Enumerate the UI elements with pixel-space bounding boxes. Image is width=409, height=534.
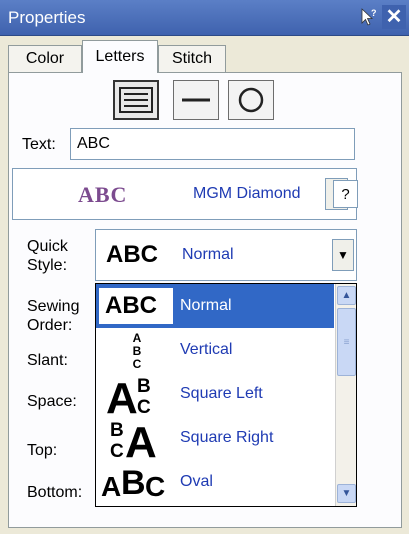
option-label: Oval [180,473,213,490]
tab-strip: Color Letters Stitch [8,39,402,73]
quick-style-option-oval[interactable]: A B C Oval [96,460,334,504]
quick-style-option-vertical[interactable]: A B C Vertical [96,328,334,372]
scroll-up-button[interactable]: ▲ [337,286,356,305]
svg-text:A: A [101,471,121,502]
circle-icon [238,87,264,113]
svg-text:C: C [145,471,165,502]
close-icon: ✕ [385,6,403,28]
sample-square-left: A B C [106,374,151,416]
multi-line-layout-button[interactable] [113,80,159,120]
single-line-layout-button[interactable] [173,80,219,120]
svg-text:A: A [125,418,157,460]
help-cursor-icon[interactable]: ? [356,5,380,29]
dropdown-scrollbar[interactable]: ▲ ≡ ▼ [335,284,356,506]
sewing-order-label-line2: Order: [27,317,73,334]
quick-style-select[interactable]: ABC Normal ▼ [95,229,357,281]
tab-color[interactable]: Color [8,45,82,72]
top-label: Top: [27,442,58,459]
option-label: Vertical [180,341,233,358]
text-input[interactable] [70,128,355,160]
slant-label: Slant: [27,352,68,369]
svg-text:A: A [106,374,138,416]
option-label: Normal [180,297,232,314]
sample-square-right: B C A [110,418,157,460]
quick-style-label-line1: Quick [27,238,68,255]
multi-line-icon [119,87,153,113]
quick-style-label-line2: Style: [27,257,68,274]
quick-style-value: Normal [182,246,234,263]
sample-oval: A B C [101,464,165,502]
option-label: Square Left [180,385,263,402]
close-button[interactable]: ✕ [382,5,406,29]
svg-text:B: B [137,376,151,397]
circle-layout-button[interactable] [228,80,274,120]
chevron-up-icon: ▲ [341,290,352,301]
chevron-down-icon: ▼ [341,488,352,499]
sewing-order-label-line1: Sewing [27,298,80,315]
chevron-down-icon: ▼ [337,248,349,262]
quick-style-option-square-right[interactable]: B C A Square Right [96,416,334,460]
quick-style-dropdown-button[interactable]: ▼ [332,239,354,271]
title-bar: Properties ? ✕ [0,0,409,36]
quick-style-option-normal[interactable]: ABC Normal [96,284,334,328]
font-name: MGM Diamond [193,185,301,202]
svg-text:B: B [110,420,124,441]
tab-stitch[interactable]: Stitch [158,45,226,72]
quick-style-dropdown-list: ABC Normal A B C Vertical A B C Square L… [95,283,357,507]
text-label: Text: [22,136,56,153]
grip-icon: ≡ [343,336,350,348]
single-line-icon [182,98,210,102]
scroll-down-button[interactable]: ▼ [337,484,356,503]
svg-text:C: C [137,397,151,416]
font-selector[interactable]: ABC MGM Diamond ▼ [12,168,357,220]
space-label: Space: [27,393,77,410]
svg-text:B: B [133,344,142,358]
quick-style-option-square-left[interactable]: A B C Square Left [96,372,334,416]
scroll-thumb[interactable]: ≡ [337,308,356,376]
svg-text:C: C [110,441,124,460]
svg-text:?: ? [371,8,377,18]
bottom-label: Bottom: [27,484,83,501]
window-title: Properties [8,8,86,27]
tab-letters[interactable]: Letters [82,40,158,73]
svg-text:B: B [121,464,146,502]
svg-text:A: A [133,331,142,345]
font-preview: ABC [78,182,128,207]
sample-normal: ABC [105,292,157,319]
font-help-button[interactable]: ? [333,180,358,208]
quick-style-sample: ABC [106,241,158,268]
svg-text:C: C [133,357,142,370]
sample-vertical: A B C [133,331,142,370]
option-label: Square Right [180,429,274,446]
